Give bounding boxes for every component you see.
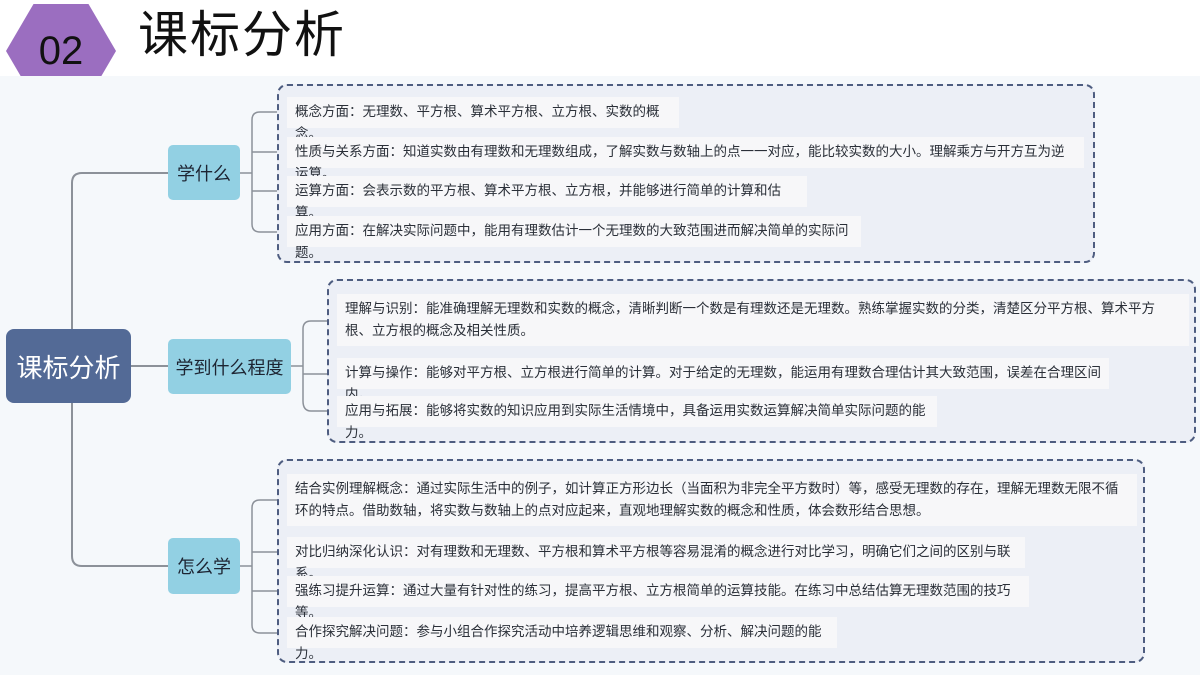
branch1-item-operations: 运算方面：会表示数的平方根、算术平方根、立方根，并能够进行简单的计算和估算。 xyxy=(287,176,807,221)
branch1-item-concepts: 概念方面：无理数、平方根、算术平方根、立方根、实数的概念。 xyxy=(287,97,679,142)
branch3-item-examples: 结合实例理解概念：通过实际生活中的例子，如计算正方形边长（当面积为非完全平方数时… xyxy=(287,474,1137,526)
branch1-item-properties: 性质与关系方面：知道实数由有理数和无理数组成，了解实数与数轴上的点一一对应，能比… xyxy=(287,137,1084,182)
branch2-item-understanding: 理解与识别：能准确理解无理数和实数的概念，清晰判断一个数是有理数还是无理数。熟练… xyxy=(337,294,1189,346)
branch-node-how-to-learn: 怎么学 xyxy=(168,538,240,594)
branch3-item-practice: 强练习提升运算：通过大量有针对性的练习，提高平方根、立方根简单的运算技能。在练习… xyxy=(287,576,1029,621)
branch-label: 学到什么程度 xyxy=(175,357,284,379)
branch3-item-cooperation: 合作探究解决问题：参与小组合作探究活动中培养逻辑思维和观察、分析、解决问题的能力… xyxy=(287,617,837,662)
branch1-item-application: 应用方面：在解决实际问题中，能用有理数估计一个无理数的大致范围进而解决简单的实际… xyxy=(287,216,861,261)
branch2-item-calculation: 计算与操作：能够对平方根、立方根进行简单的计算。对于给定的无理数，能运用有理数合… xyxy=(337,358,1109,403)
branch3-item-comparison: 对比归纳深化认识：对有理数和无理数、平方根和算术平方根等容易混淆的概念进行对比学… xyxy=(287,537,1025,582)
branch-label: 怎么学 xyxy=(177,557,231,578)
branch-node-what-to-learn: 学什么 xyxy=(168,145,240,200)
branch-label: 学什么 xyxy=(177,163,231,185)
branch-node-mastery-level: 学到什么程度 xyxy=(168,339,291,394)
root-node: 课标分析 xyxy=(6,329,131,403)
root-label: 课标分析 xyxy=(16,353,121,384)
branch2-item-extension: 应用与拓展：能够将实数的知识应用到实际生活情境中，具备运用实数运算解决简单实际问… xyxy=(337,396,937,441)
